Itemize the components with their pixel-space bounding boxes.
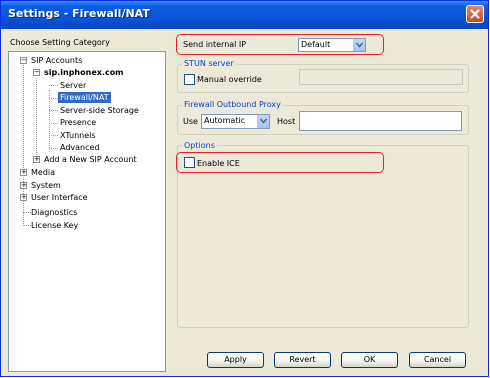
tree-item-server-side-storage[interactable]: Server-side Storage — [60, 105, 139, 116]
cancel-button[interactable]: Cancel — [409, 352, 466, 368]
dropdown-arrow[interactable] — [353, 39, 365, 51]
tree-line — [49, 123, 58, 124]
chevron-down-icon — [356, 42, 363, 48]
dropdown-arrow[interactable] — [257, 115, 269, 128]
expand-icon[interactable]: + — [20, 194, 27, 201]
title-bar[interactable]: Settings - Firewall/NAT — [1, 1, 488, 29]
tree-item-user-interface[interactable]: User Interface — [31, 192, 88, 203]
tree-item-add-account[interactable]: Add a New SIP Account — [44, 154, 137, 165]
tree-line — [49, 85, 58, 86]
tree-line — [23, 62, 24, 226]
collapse-icon[interactable]: − — [33, 69, 40, 76]
tree-line — [49, 135, 58, 136]
enable-ice-label: Enable ICE — [197, 159, 240, 168]
tree-item-system[interactable]: System — [31, 180, 61, 191]
tree-item-account[interactable]: sip.inphonex.com — [44, 67, 124, 78]
tree-line — [49, 98, 58, 99]
expand-icon[interactable]: + — [20, 169, 27, 176]
tree-line — [49, 110, 58, 111]
ok-button[interactable]: OK — [341, 352, 398, 368]
revert-button[interactable]: Revert — [274, 352, 331, 368]
tree-item-xtunnels[interactable]: XTunnels — [60, 130, 96, 141]
category-tree[interactable]: − SIP Accounts − sip.inphonex.com Server… — [8, 51, 166, 372]
tree-item-media[interactable]: Media — [31, 167, 55, 178]
tree-line — [36, 78, 37, 157]
proxy-host-input[interactable] — [299, 111, 462, 131]
stun-server-legend: STUN server — [182, 59, 236, 68]
chevron-down-icon — [260, 118, 267, 124]
tree-item-sip-accounts[interactable]: SIP Accounts — [31, 55, 82, 66]
manual-override-checkbox[interactable] — [184, 74, 195, 85]
tree-line — [23, 225, 31, 226]
tree-item-server[interactable]: Server — [60, 80, 86, 91]
tree-item-license-key[interactable]: License Key — [31, 220, 78, 231]
apply-button[interactable]: Apply — [207, 352, 264, 368]
category-heading: Choose Setting Category — [10, 38, 110, 47]
close-icon — [470, 9, 480, 19]
tree-item-advanced[interactable]: Advanced — [60, 142, 100, 153]
tree-line — [49, 148, 58, 149]
settings-window: Settings - Firewall/NAT Choose Setting C… — [0, 0, 489, 377]
close-button[interactable] — [466, 5, 484, 23]
proxy-host-label: Host — [277, 117, 296, 126]
tree-item-diagnostics[interactable]: Diagnostics — [31, 207, 77, 218]
collapse-icon[interactable]: − — [20, 57, 27, 64]
tree-item-presence[interactable]: Presence — [60, 117, 96, 128]
outbound-proxy-legend: Firewall Outbound Proxy — [182, 100, 283, 109]
tree-item-firewall-nat[interactable]: Firewall/NAT — [58, 92, 111, 103]
proxy-use-select[interactable]: Automatic — [201, 114, 270, 129]
tree-line — [23, 212, 31, 213]
send-ip-select[interactable]: Default — [298, 38, 366, 52]
tree-line — [49, 90, 50, 152]
stun-server-field[interactable] — [299, 69, 463, 85]
expand-icon[interactable]: + — [20, 182, 27, 189]
send-ip-value: Default — [301, 40, 331, 49]
proxy-use-value: Automatic — [204, 116, 246, 125]
expand-icon[interactable]: + — [33, 156, 40, 163]
send-ip-label: Send internal IP — [183, 40, 247, 49]
options-legend: Options — [182, 141, 217, 150]
window-title: Settings - Firewall/NAT — [8, 7, 150, 20]
manual-override-label: Manual override — [197, 75, 262, 84]
proxy-use-label: Use — [183, 117, 198, 126]
enable-ice-checkbox[interactable] — [184, 157, 195, 168]
